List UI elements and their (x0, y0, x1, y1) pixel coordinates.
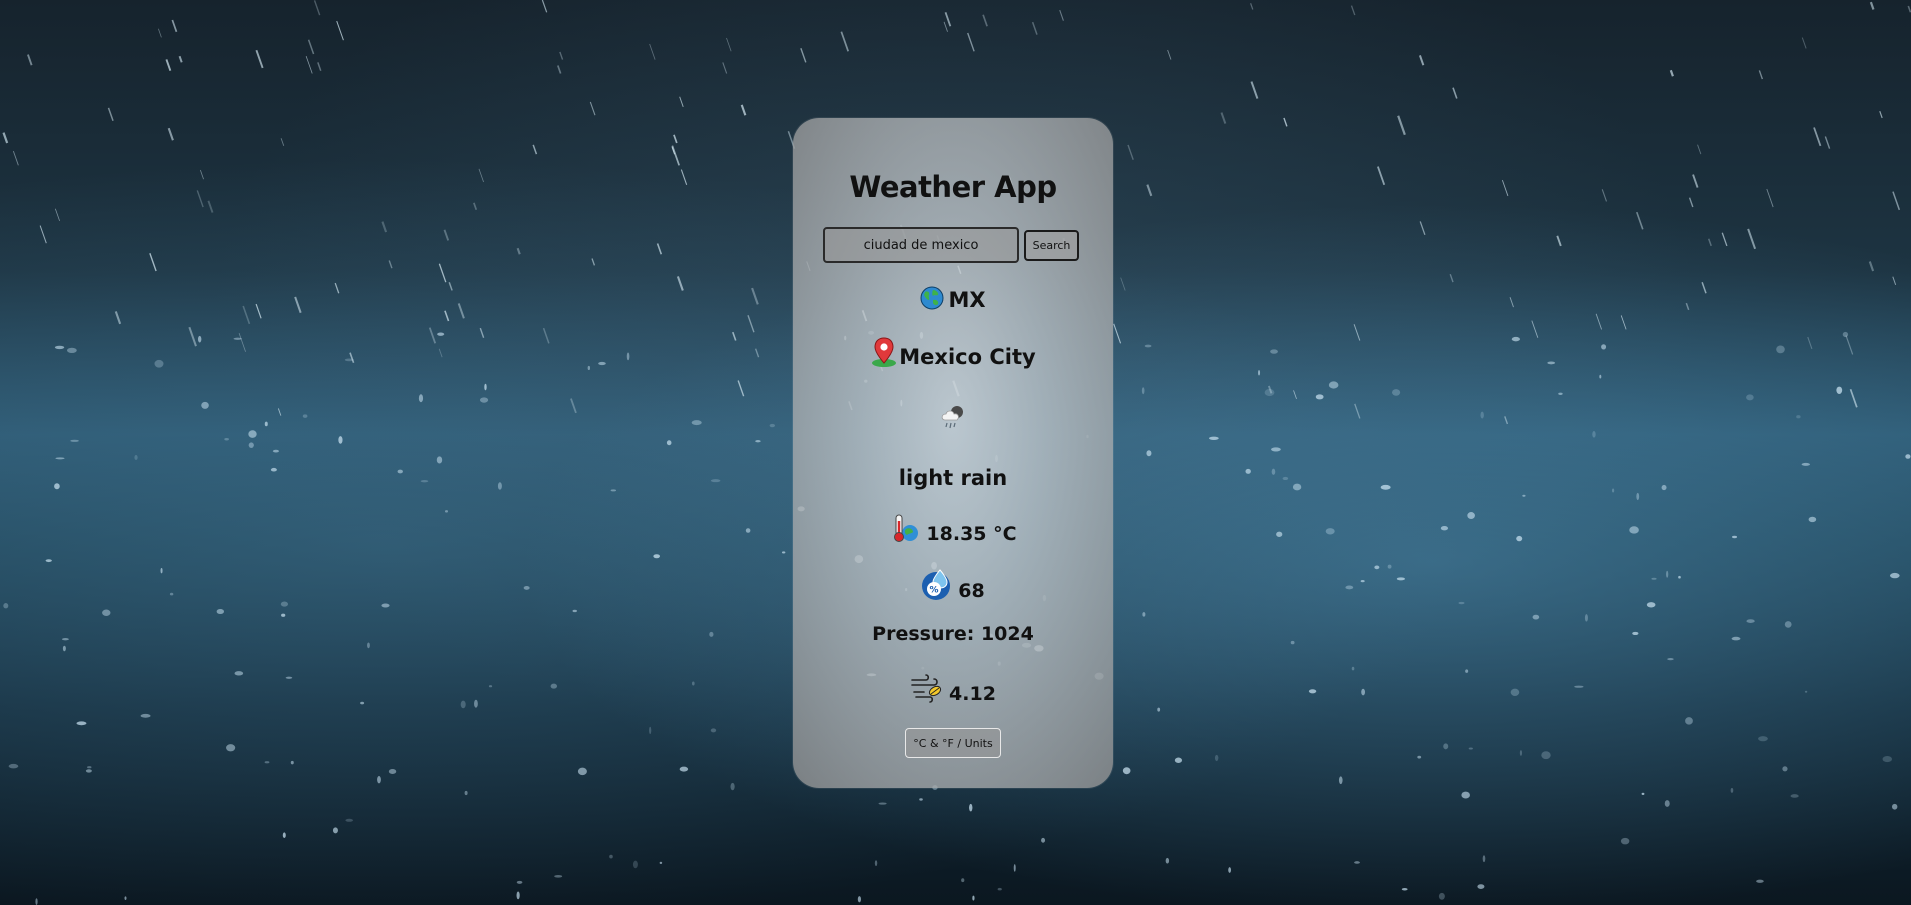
weather-description: light rain (898, 466, 1008, 490)
humidity-row: % 68 (793, 567, 1113, 601)
country-row: MX (793, 286, 1113, 311)
rain-cloud-icon (938, 403, 968, 431)
search-input[interactable] (823, 227, 1019, 263)
city-row: Mexico City (793, 336, 1113, 368)
temperature-value: 18.35 °C (926, 523, 1017, 545)
weather-card: Weather App Search MX Mexico City (793, 118, 1113, 788)
wind-speed: 4.12 (949, 683, 996, 705)
country-code: MX (948, 288, 986, 312)
units-toggle-button[interactable]: °C & °F / Units (905, 728, 1001, 758)
city-name: Mexico City (899, 345, 1036, 369)
pressure-value: Pressure: 1024 (872, 623, 1034, 645)
pressure-row: Pressure: 1024 (793, 625, 1113, 644)
wind-icon (910, 672, 944, 704)
map-pin-icon (870, 336, 898, 368)
search-button[interactable]: Search (1024, 230, 1079, 261)
humidity-value: 68 (958, 580, 985, 602)
description-row: light rain (793, 468, 1113, 489)
wind-row: 4.12 (793, 672, 1113, 704)
condition-row (793, 403, 1113, 431)
svg-text:%: % (930, 586, 939, 596)
thermometer-icon (889, 512, 921, 544)
globe-icon (920, 286, 944, 310)
temperature-row: 18.35 °C (793, 512, 1113, 544)
search-row: Search (823, 227, 1085, 267)
app-title: Weather App (849, 170, 1057, 204)
humidity-drop-icon: % (921, 567, 953, 601)
